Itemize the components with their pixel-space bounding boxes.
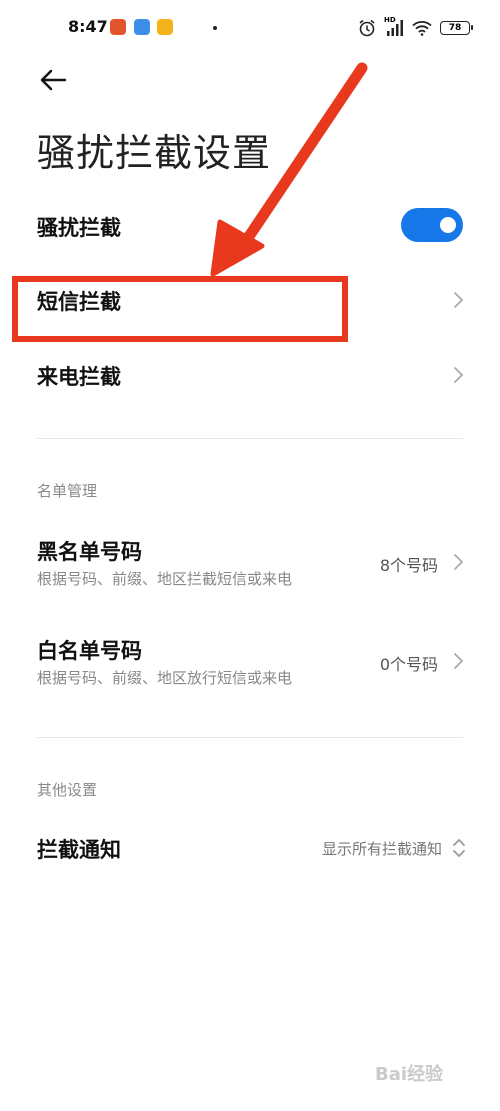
network-type-label: HD: [384, 16, 396, 24]
list-management-header: 名单管理: [37, 482, 98, 500]
chevron-right-icon: [454, 653, 464, 669]
block-notification-row[interactable]: 拦截通知 显示所有拦截通知: [0, 818, 500, 878]
call-block-row[interactable]: 来电拦截: [0, 345, 500, 405]
app-notification-icon: [110, 19, 126, 35]
whitelist-row[interactable]: 白名单号码 根据号码、前缀、地区放行短信或来电 0个号码: [0, 627, 500, 697]
status-bar: 8:47 HD 78: [0, 0, 500, 56]
blacklist-row[interactable]: 黑名单号码 根据号码、前缀、地区拦截短信或来电 8个号码: [0, 528, 500, 598]
blacklist-label: 黑名单号码: [37, 540, 142, 564]
toggle-knob: [440, 217, 456, 233]
block-notification-value: 显示所有拦截通知: [321, 840, 442, 858]
chevron-right-icon: [454, 367, 464, 383]
battery-level: 78: [448, 23, 462, 33]
harassment-block-toggle[interactable]: [401, 208, 463, 242]
more-notifications-icon: [213, 26, 217, 30]
weibo-notification-icon: [157, 19, 173, 35]
status-time: 8:47: [68, 17, 108, 36]
battery-icon: 78: [440, 21, 473, 35]
annotation-highlight-box: [12, 276, 348, 342]
call-block-label: 来电拦截: [37, 365, 121, 389]
back-arrow-icon: [40, 69, 67, 91]
page-title: 骚扰拦截设置: [37, 131, 272, 175]
section-divider: [37, 737, 463, 738]
chevron-right-icon: [454, 554, 464, 570]
section-divider: [37, 438, 463, 439]
signal-icon: HD: [384, 16, 404, 37]
watermark: Bai经验: [375, 1064, 444, 1085]
other-settings-header: 其他设置: [37, 781, 98, 799]
alarm-icon: [359, 19, 375, 37]
blacklist-count: 8个号码: [379, 556, 438, 575]
back-button[interactable]: [36, 64, 72, 100]
weather-notification-icon: [134, 19, 150, 35]
whitelist-count: 0个号码: [379, 655, 438, 674]
block-notification-label: 拦截通知: [37, 838, 121, 862]
harassment-block-label: 骚扰拦截: [37, 216, 121, 240]
blacklist-subtitle: 根据号码、前缀、地区拦截短信或来电: [37, 570, 293, 588]
wifi-icon: [412, 21, 432, 36]
whitelist-label: 白名单号码: [37, 639, 142, 663]
whitelist-subtitle: 根据号码、前缀、地区放行短信或来电: [37, 669, 293, 687]
chevron-right-icon: [454, 292, 464, 308]
chevron-up-down-icon: [453, 838, 465, 858]
status-right: HD 78: [358, 16, 473, 39]
